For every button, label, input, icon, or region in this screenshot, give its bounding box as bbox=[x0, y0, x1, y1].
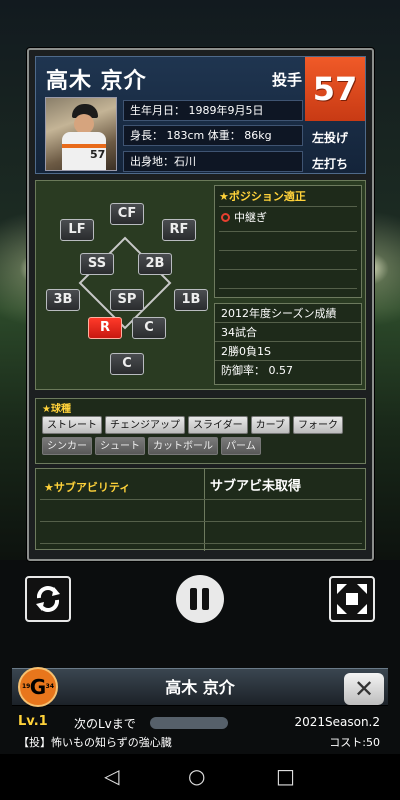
pos-lf[interactable]: LF bbox=[60, 219, 94, 241]
aptitude-panel: ★ポジション適正 中継ぎ bbox=[214, 185, 362, 298]
close-button[interactable]: ✕ bbox=[344, 673, 384, 705]
sub-ability-title: ★サブアビリティ bbox=[44, 481, 131, 494]
season-era: 防御率： 0.57 bbox=[221, 364, 293, 377]
birthplace-row: 出身地：石川 bbox=[123, 151, 303, 172]
pitch-chip: シュート bbox=[95, 437, 145, 455]
pitch-chip: ストレート bbox=[42, 416, 102, 434]
next-level-label: 次のLvまで bbox=[74, 717, 136, 731]
uniform-number: 57 bbox=[305, 57, 365, 121]
pos-sp[interactable]: SP bbox=[110, 289, 144, 311]
home-nav-icon[interactable]: ○ bbox=[188, 764, 205, 788]
position-section: CF LF RF SS 2B 3B SP 1B R C C ★ポジション適正 中… bbox=[35, 180, 366, 390]
refresh-button[interactable] bbox=[25, 576, 71, 622]
pause-button[interactable] bbox=[176, 575, 224, 623]
player-summary-bar: G 19 34 高木 京介 ✕ Lv.1 次のLvまで 2021Season.2… bbox=[12, 667, 388, 750]
refresh-icon bbox=[36, 586, 60, 612]
season-title: 2012年度シーズン成績 bbox=[215, 304, 361, 323]
pitch-chip: カーブ bbox=[250, 416, 291, 434]
cost-label: コスト:50 bbox=[329, 736, 380, 749]
pos-closer[interactable]: C bbox=[132, 317, 166, 339]
season-record: 2勝0負1S bbox=[215, 342, 361, 361]
pos-3b[interactable]: 3B bbox=[46, 289, 80, 311]
pos-ss[interactable]: SS bbox=[80, 253, 114, 275]
level-label: Lv.1 bbox=[18, 714, 48, 729]
expand-button[interactable] bbox=[329, 576, 375, 622]
pitch-chip: カットボール bbox=[148, 437, 218, 455]
pos-2b[interactable]: 2B bbox=[138, 253, 172, 275]
baseball-field: CF LF RF SS 2B 3B SP 1B R C C bbox=[40, 183, 210, 383]
player-card: 高木 京介 投手 57 57 生年月日： 1989年9月5日 身長： 183cm… bbox=[27, 48, 374, 561]
sub-ability-status: サブアビ未取得 bbox=[210, 479, 302, 494]
body-row: 身長： 183cm 体重： 86kg bbox=[123, 125, 303, 146]
aptitude-item: 中継ぎ bbox=[215, 207, 361, 227]
aptitude-title: ★ポジション適正 bbox=[219, 190, 306, 203]
pos-cf[interactable]: CF bbox=[110, 203, 144, 225]
photo-number: 57 bbox=[90, 148, 106, 161]
player-position: 投手 bbox=[272, 71, 303, 89]
recent-nav-icon[interactable]: □ bbox=[276, 764, 295, 788]
pitch-chip: スライダー bbox=[188, 416, 248, 434]
system-nav-bar: ◁ ○ □ bbox=[0, 754, 400, 800]
pitch-chip: フォーク bbox=[293, 416, 344, 434]
player-photo: 57 bbox=[45, 97, 117, 171]
back-nav-icon[interactable]: ◁ bbox=[104, 764, 119, 788]
pitch-list: ストレート チェンジアップ スライダー カーブ フォークシンカー シュート カットボール パー… bbox=[42, 416, 362, 455]
pos-rf[interactable]: RF bbox=[162, 219, 196, 241]
pos-catcher[interactable]: C bbox=[110, 353, 144, 375]
bats-label: 左打ち bbox=[312, 157, 349, 171]
pitch-chip: チェンジアップ bbox=[105, 416, 185, 434]
exp-bar bbox=[150, 717, 228, 729]
pos-relief-active[interactable]: R bbox=[88, 317, 122, 339]
pitches-title: ★球種 bbox=[42, 404, 71, 415]
season-games: 34試合 bbox=[215, 323, 361, 342]
aptitude-item-label: 中継ぎ bbox=[234, 211, 267, 224]
player-name: 高木 京介 bbox=[46, 69, 147, 94]
throws-label: 左投げ bbox=[312, 131, 349, 145]
pitch-chip: シンカー bbox=[42, 437, 92, 455]
season-stats-panel: 2012年度シーズン成績 34試合 2勝0負1S 防御率： 0.57 bbox=[214, 303, 362, 385]
name-banner: G 19 34 高木 京介 ✕ bbox=[12, 667, 388, 707]
player-header: 高木 京介 投手 57 57 生年月日： 1989年9月5日 身長： 183cm… bbox=[35, 56, 366, 174]
pitch-chip: パーム bbox=[221, 437, 261, 455]
pitch-types-panel: ★球種 ストレート チェンジアップ スライダー カーブ フォークシンカー シュート カットボ… bbox=[35, 398, 366, 464]
skill-label: 【投】怖いもの知らずの強心臓 bbox=[18, 736, 172, 749]
expand-icon bbox=[337, 584, 367, 614]
circle-mark-icon bbox=[221, 212, 230, 222]
sub-ability-panel: ★サブアビリティ サブアビ未取得 bbox=[35, 468, 366, 551]
bottom-player-name: 高木 京介 bbox=[165, 678, 235, 697]
birthdate-row: 生年月日： 1989年9月5日 bbox=[123, 100, 303, 121]
season-tag: 2021Season.2 bbox=[294, 715, 380, 729]
pos-1b[interactable]: 1B bbox=[174, 289, 208, 311]
